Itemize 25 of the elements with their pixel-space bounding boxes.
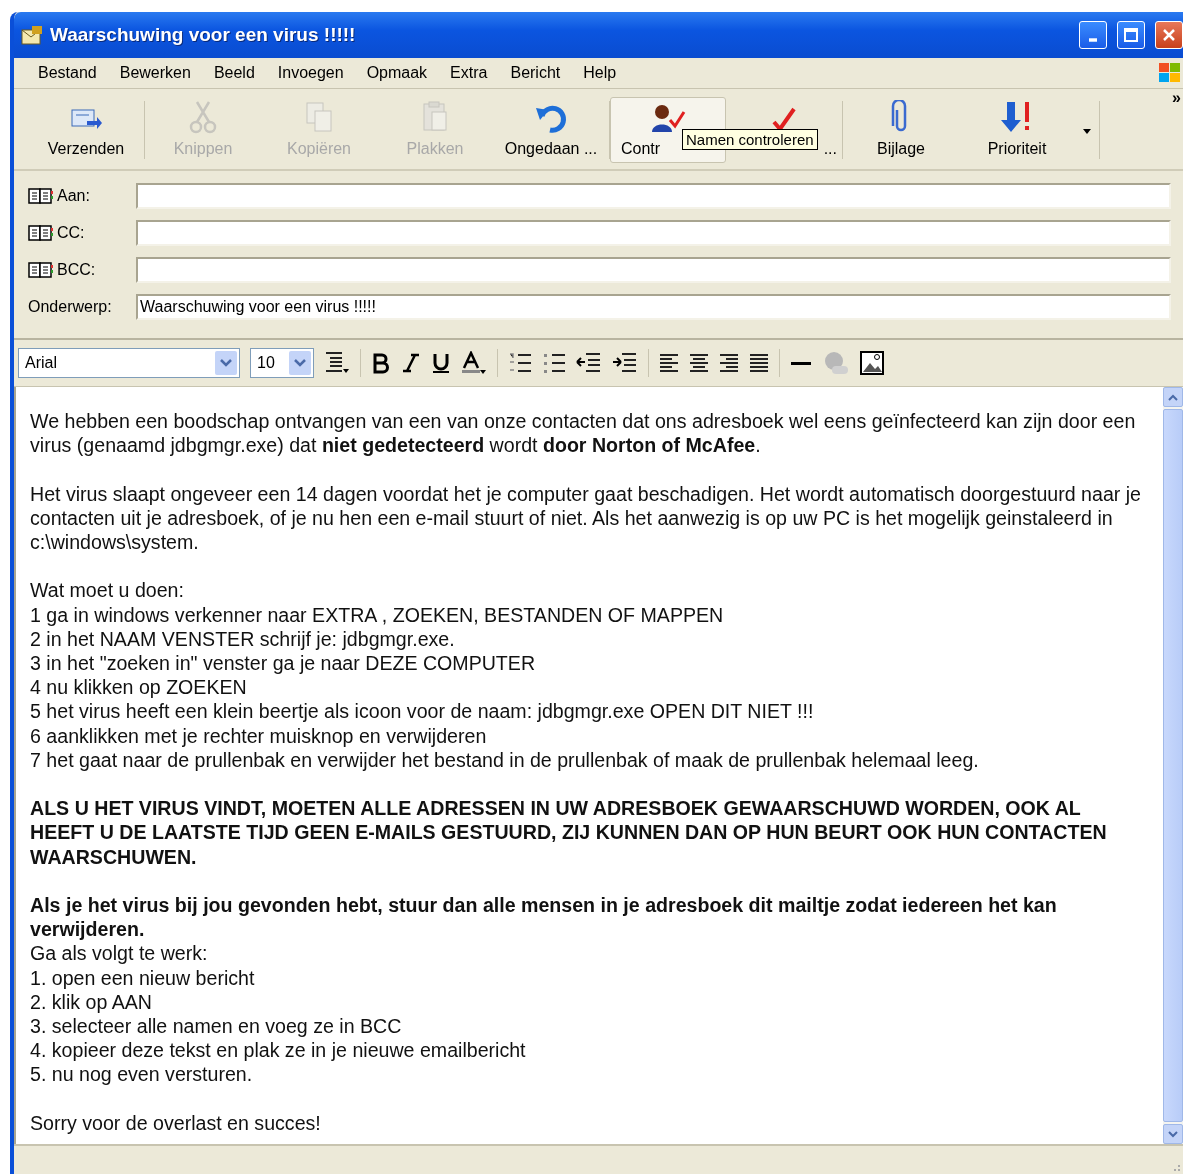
message-text: 5 het virus heeft een klein beertje als icoon voor de naam: jdbgmgr.exe OPEN DIT NIET !!!	[30, 699, 815, 724]
message-text: 3 in het "zoeken in" venster ga je naar DEZE COMPUTER	[30, 651, 537, 676]
message-text: Ga als volgt te werk:	[30, 941, 209, 966]
message-text: 1 ga in windows verkenner naar EXTRA , ZOEKEN, BESTANDEN OF MAPPEN	[30, 602, 725, 627]
message-text: Sorry voor de overlast en succes!	[30, 1110, 322, 1135]
window-title: Waarschuwing voor een virus !!!!!	[50, 24, 357, 46]
tooltip: Namen controleren	[682, 129, 818, 150]
message-text: Het virus slaapt ongeveer een 14 dagen voordat het je computer gaat beschadigen. Het wordt automatisch doorgestuurd naar je contacten uit je adresboek, of je nu hen een e-mail stuurt of niet. Als het aanwezig is op uw PC is het mogelijk geinstaleerd in c:\windows\system.	[30, 481, 1142, 555]
message-text: 7 het gaat naar de prullenbak en verwijder het bestand in de prullenbak of maak de prullenbak helemaal leeg.	[30, 747, 980, 772]
message-text: Als je het virus bij jou gevonden hebt, stuur dan alle mensen in je adresboek dit mailtje zodat iedereen het kan verwijderen.	[30, 893, 1058, 942]
field-label: Onderwerp:	[28, 298, 112, 316]
field-label: BCC:	[57, 261, 96, 279]
message-text: Wat moet u doen:	[30, 578, 185, 603]
field-label: Aan:	[57, 187, 90, 205]
message-text: 5. nu nog even versturen.	[30, 1062, 254, 1087]
message-text: 4 nu klikken op ZOEKEN	[30, 675, 248, 700]
message-text: 2 in het NAAM VENSTER schrijf je: jdbgmgr.exe.	[30, 626, 456, 651]
message-text: We hebben een boodschap ontvangen van een van onze contacten dat ons adresboek wel eens geïnfecteerd kan zijn door een virus (genaamd jdbgmgr.exe) dat niet gedetecteerd wordt door Norton of McAfee.	[30, 409, 1137, 458]
message-text: 2. klik op AAN	[30, 989, 153, 1014]
message-text: 6 aanklikken met je rechter muisknop en verwijderen	[30, 723, 488, 748]
message-text: 1. open een nieuw bericht	[30, 965, 256, 990]
field-label: CC:	[57, 224, 85, 242]
message-text: ALS U HET VIRUS VINDT, MOETEN ALLE ADRESSEN IN UW ADRESBOEK GEWAARSCHUWD WORDEN, OOK AL HEEFT U DE LAATSTE TIJD GEEN E-MAILS GESTUURD, ZIJ KUNNEN DAN OP HUN BEURT OOK HUN CONTACTEN WAARSCHUWEN.	[30, 796, 1108, 869]
message-text: 3. selecteer alle namen en voeg ze in BCC	[30, 1014, 403, 1039]
message-text: 4. kopieer deze tekst en plak ze in je nieuwe emailbericht	[30, 1038, 527, 1063]
